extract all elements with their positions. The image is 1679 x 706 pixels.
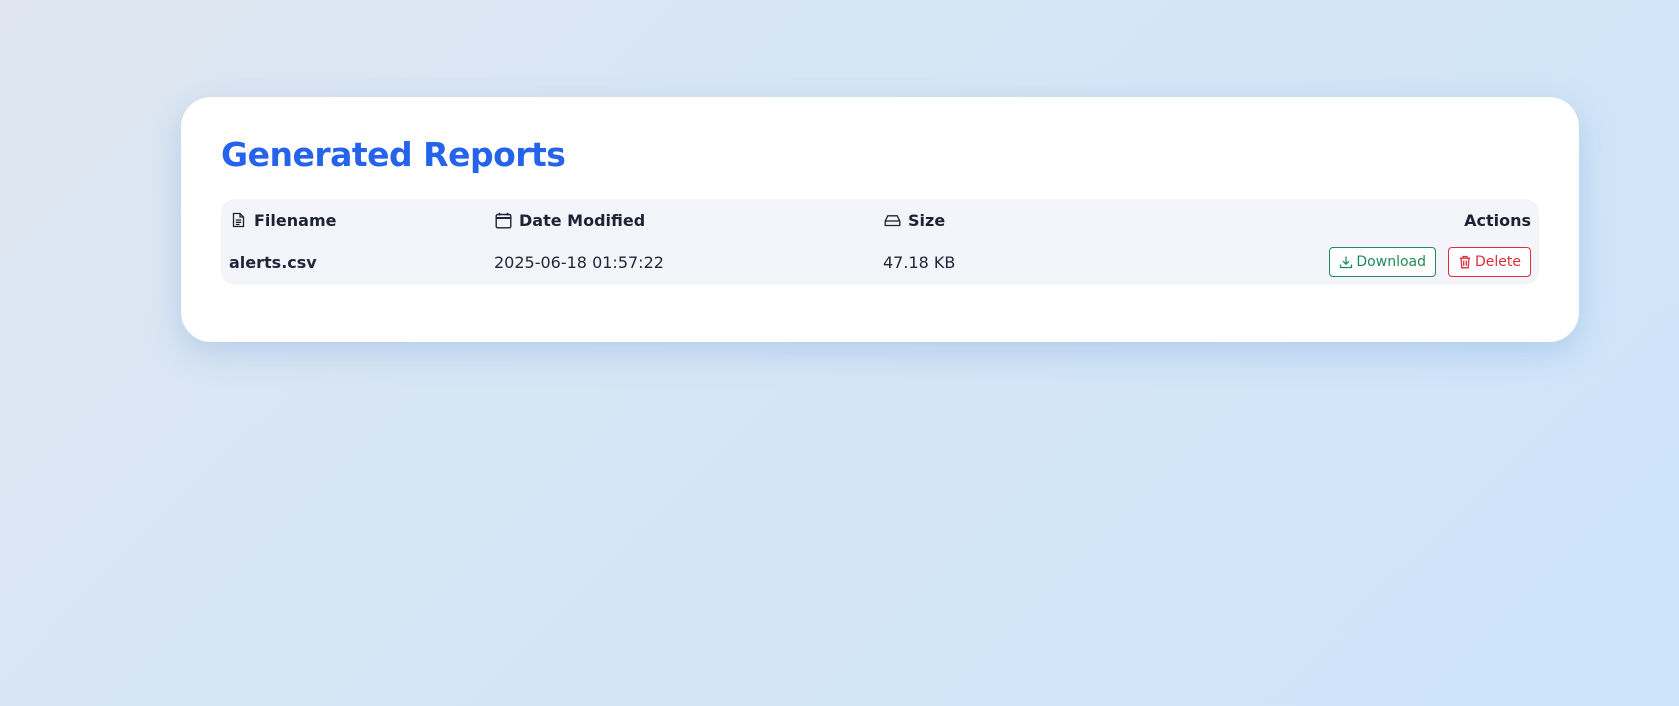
column-header-size: Size xyxy=(883,211,945,230)
column-label-filename: Filename xyxy=(254,210,337,230)
reports-card: Generated Reports Filename Date Modified… xyxy=(181,97,1579,342)
download-button[interactable]: Download xyxy=(1329,247,1436,277)
row-filename: alerts.csv xyxy=(229,252,317,272)
download-icon xyxy=(1339,255,1353,269)
column-header-date-modified: Date Modified xyxy=(494,211,645,230)
column-header-filename: Filename xyxy=(229,211,336,230)
column-label-actions: Actions xyxy=(1464,210,1531,230)
delete-button[interactable]: Delete xyxy=(1448,247,1531,277)
download-label: Download xyxy=(1356,254,1426,270)
hard-drive-icon xyxy=(883,211,901,229)
column-header-actions: Actions xyxy=(1464,211,1531,230)
row-actions: Download Delete xyxy=(1329,247,1531,277)
file-icon xyxy=(229,211,247,229)
delete-label: Delete xyxy=(1475,254,1521,270)
column-label-size: Size xyxy=(908,210,946,230)
row-date-modified: 2025-06-18 01:57:22 xyxy=(494,252,664,272)
reports-table: Filename Date Modified Size Actions aler… xyxy=(221,199,1539,285)
table-row: alerts.csv 2025-06-18 01:57:22 47.18 KB … xyxy=(221,242,1539,282)
table-header: Filename Date Modified Size Actions xyxy=(221,200,1539,240)
column-label-date-modified: Date Modified xyxy=(519,210,646,230)
row-size: 47.18 KB xyxy=(883,252,956,272)
trash-icon xyxy=(1458,255,1472,269)
page-title: Generated Reports xyxy=(221,135,566,174)
calendar-icon xyxy=(494,211,512,229)
